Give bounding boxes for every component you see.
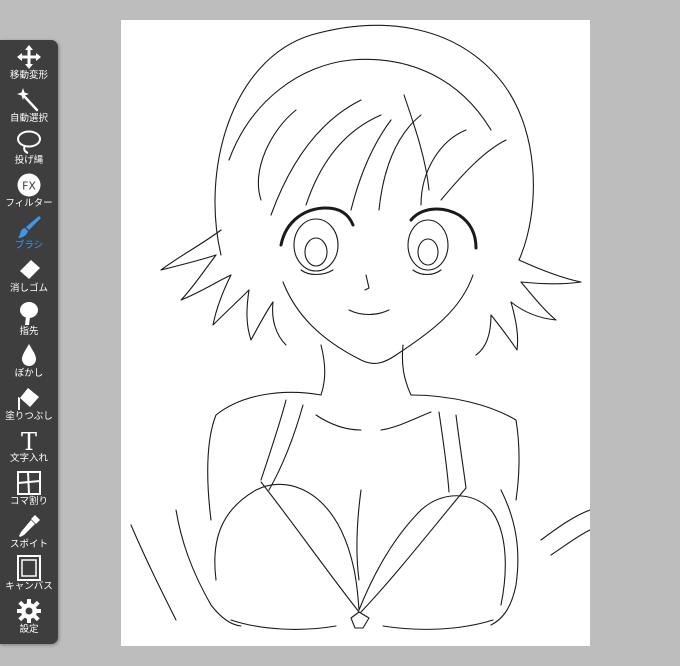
magic-wand-icon bbox=[15, 87, 43, 113]
finger-icon bbox=[15, 300, 43, 326]
svg-text:FX: FX bbox=[22, 179, 36, 192]
tool-gear[interactable]: 設定 bbox=[0, 596, 58, 638]
lasso-icon bbox=[15, 129, 43, 155]
frame-divider-icon bbox=[15, 470, 43, 496]
tool-label: キャンバス bbox=[5, 581, 53, 593]
tool-label: 指先 bbox=[19, 325, 39, 337]
text-icon: T bbox=[15, 427, 43, 453]
gear-icon bbox=[15, 598, 43, 624]
fill-bucket-icon bbox=[15, 385, 43, 411]
tool-label: スポイト bbox=[9, 538, 48, 550]
move-icon bbox=[15, 44, 43, 70]
tool-label: 移動変形 bbox=[9, 70, 48, 81]
tool-lasso[interactable]: 投げ縄 bbox=[0, 127, 58, 169]
tool-label: 塗りつぶし bbox=[5, 410, 53, 422]
fx-icon: FX bbox=[15, 172, 43, 198]
tool-fill-bucket[interactable]: 塗りつぶし bbox=[0, 383, 58, 425]
tool-text[interactable]: T 文字入れ bbox=[0, 425, 58, 467]
drawing-canvas[interactable] bbox=[121, 20, 590, 646]
tool-label: 消しゴム bbox=[9, 283, 48, 294]
blur-drop-icon bbox=[15, 342, 43, 368]
brush-icon bbox=[15, 214, 43, 240]
line-art-drawing bbox=[130, 24, 590, 630]
tool-eraser[interactable]: 消しゴム bbox=[0, 255, 58, 297]
tool-label: コマ割り bbox=[9, 496, 48, 507]
tool-label: 投げ縄 bbox=[14, 155, 44, 167]
canvas-icon bbox=[15, 555, 43, 582]
eyedropper-icon bbox=[15, 513, 43, 539]
tool-label: 文字入れ bbox=[9, 453, 48, 465]
tool-canvas[interactable]: キャンバス bbox=[0, 553, 58, 595]
tool-fx[interactable]: FX フィルター bbox=[0, 170, 58, 212]
tool-label: 自動選択 bbox=[9, 112, 48, 124]
tool-label: 設定 bbox=[19, 623, 39, 635]
svg-text:T: T bbox=[21, 428, 37, 453]
tool-move[interactable]: 移動変形 bbox=[0, 42, 58, 84]
tool-frame-divider[interactable]: コマ割り bbox=[0, 468, 58, 510]
tool-label: ブラシ bbox=[14, 240, 44, 252]
tool-label: フィルター bbox=[5, 197, 53, 209]
tool-magic-wand[interactable]: 自動選択 bbox=[0, 85, 58, 127]
tool-label: ぼかし bbox=[14, 368, 44, 380]
tool-palette: 移動変形自動選択投げ縄 FX フィルターブラシ消しゴム指先ぼかし塗りつぶし T 文字入れ… bbox=[0, 40, 58, 644]
tool-brush[interactable]: ブラシ bbox=[0, 212, 58, 254]
tool-eyedropper[interactable]: スポイト bbox=[0, 511, 58, 553]
tool-blur-drop[interactable]: ぼかし bbox=[0, 340, 58, 382]
tool-finger[interactable]: 指先 bbox=[0, 298, 58, 340]
eraser-icon bbox=[15, 257, 43, 283]
